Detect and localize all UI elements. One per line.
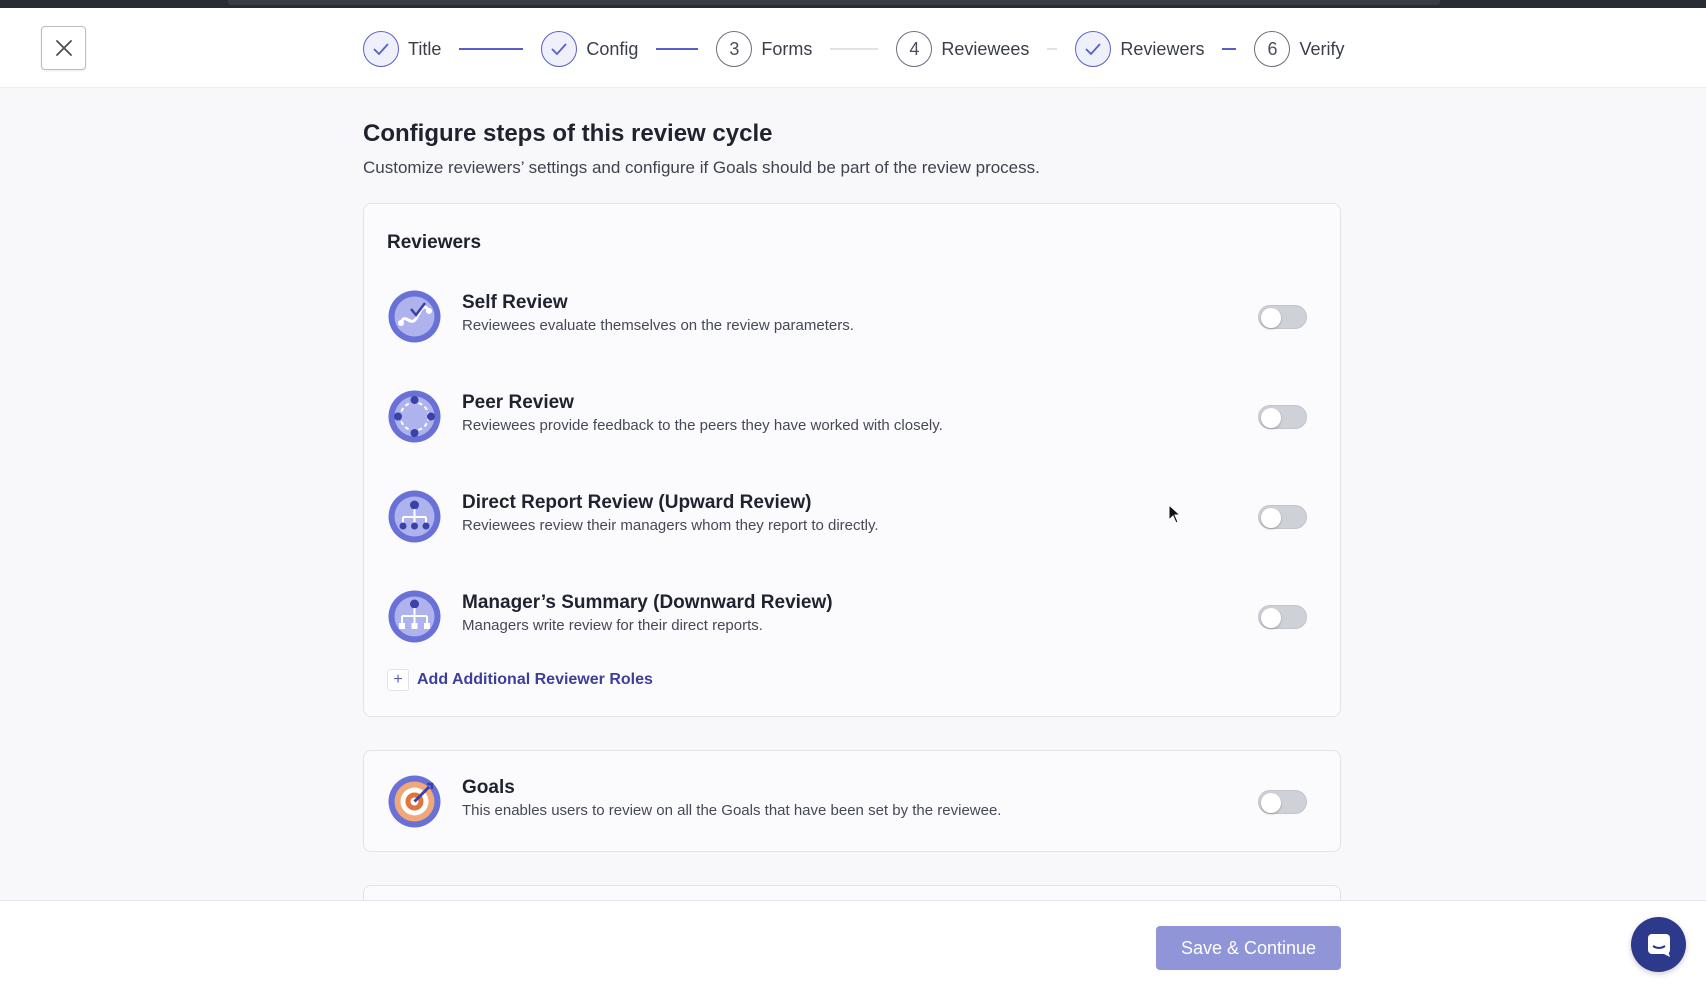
downward-review-toggle[interactable] bbox=[1258, 605, 1307, 629]
save-continue-button[interactable]: Save & Continue bbox=[1156, 926, 1341, 970]
reviewer-description: Reviewees evaluate themselves on the rev… bbox=[462, 317, 854, 334]
goals-description: This enables users to review on all the … bbox=[462, 802, 1002, 819]
browser-top-strip bbox=[0, 0, 1706, 8]
upward-review-icon bbox=[388, 490, 441, 543]
wizard-header: Title Config 3 Forms 4 Reviewees Reviewe… bbox=[0, 8, 1706, 88]
page-heading: Configure steps of this review cycle Cus… bbox=[363, 120, 1341, 178]
mouse-cursor-icon bbox=[1168, 504, 1182, 524]
browser-tab-bar bbox=[228, 0, 1440, 5]
step-label: Verify bbox=[1299, 38, 1345, 59]
step-title-check bbox=[363, 31, 399, 67]
goals-title: Goals bbox=[462, 777, 515, 798]
reviewer-description: Reviewees provide feedback to the peers … bbox=[462, 417, 943, 434]
reviewers-card: Reviewers Self Review Reviewees evaluate… bbox=[363, 203, 1341, 717]
step-reviewers-check bbox=[1075, 31, 1112, 67]
step-connector bbox=[1047, 48, 1058, 50]
toggle-knob bbox=[1261, 792, 1281, 813]
checkmark-icon bbox=[1085, 43, 1102, 56]
reviewers-title: Reviewers bbox=[387, 232, 482, 253]
step-label: Config bbox=[586, 38, 639, 59]
toggle-knob bbox=[1261, 607, 1281, 628]
step-number: 6 bbox=[1254, 31, 1291, 67]
page-subtitle: Customize reviewers’ settings and config… bbox=[363, 158, 1040, 177]
step-label: Reviewers bbox=[1120, 38, 1205, 59]
reviewer-title: Manager’s Summary (Downward Review) bbox=[462, 592, 833, 613]
peer-review-toggle[interactable] bbox=[1258, 405, 1307, 429]
step-label: Forms bbox=[761, 38, 813, 59]
upward-review-toggle[interactable] bbox=[1258, 505, 1307, 529]
goals-target-icon bbox=[388, 775, 441, 828]
step-label: Reviewees bbox=[941, 38, 1030, 59]
step-label: Title bbox=[408, 38, 442, 59]
reviewer-description: Reviewees review their managers whom the… bbox=[462, 517, 879, 534]
goals-row: Goals This enables users to review on al… bbox=[387, 771, 1317, 831]
toggle-knob bbox=[1261, 307, 1281, 328]
reviewer-row-peer: Peer Review Reviewees provide feedback t… bbox=[387, 386, 1317, 446]
step-forms[interactable]: 3 Forms bbox=[716, 31, 812, 67]
close-button[interactable] bbox=[41, 26, 86, 70]
reviewer-row-downward: Manager’s Summary (Downward Review) Mana… bbox=[387, 586, 1317, 646]
chat-icon bbox=[1647, 933, 1670, 957]
step-number: 3 bbox=[716, 31, 753, 67]
step-connector bbox=[1222, 48, 1237, 50]
step-connector bbox=[830, 48, 879, 50]
downward-review-icon bbox=[388, 590, 441, 643]
close-icon bbox=[55, 40, 72, 56]
step-number: 4 bbox=[896, 31, 933, 67]
step-config-check bbox=[541, 31, 578, 67]
plus-icon: + bbox=[387, 669, 409, 691]
checkmark-icon bbox=[373, 43, 389, 56]
self-review-toggle[interactable] bbox=[1258, 305, 1307, 329]
reviewer-title: Self Review bbox=[462, 292, 568, 313]
step-connector bbox=[656, 48, 699, 50]
toggle-knob bbox=[1261, 407, 1281, 428]
reviewer-title: Peer Review bbox=[462, 392, 574, 413]
wizard-stepper: Title Config 3 Forms 4 Reviewees Reviewe… bbox=[363, 31, 1344, 67]
step-reviewers[interactable]: Reviewers bbox=[1075, 31, 1204, 67]
toggle-knob bbox=[1261, 507, 1281, 528]
goals-toggle[interactable] bbox=[1258, 790, 1307, 814]
step-title[interactable]: Title bbox=[363, 31, 441, 67]
step-config[interactable]: Config bbox=[541, 31, 638, 67]
reviewer-description: Managers write review for their direct r… bbox=[462, 617, 763, 634]
page-title: Configure steps of this review cycle bbox=[363, 120, 773, 147]
checkmark-icon bbox=[551, 43, 568, 56]
peer-review-icon bbox=[388, 390, 441, 443]
add-reviewer-roles-label: Add Additional Reviewer Roles bbox=[417, 671, 653, 688]
add-reviewer-roles-link[interactable]: + Add Additional Reviewer Roles bbox=[387, 669, 653, 691]
chat-launcher-button[interactable] bbox=[1631, 917, 1686, 972]
footer-bar: Save & Continue bbox=[0, 900, 1706, 992]
goals-card: Goals This enables users to review on al… bbox=[363, 750, 1341, 852]
step-connector bbox=[459, 48, 524, 50]
step-verify[interactable]: 6 Verify bbox=[1254, 31, 1344, 67]
reviewer-title: Direct Report Review (Upward Review) bbox=[462, 492, 812, 513]
self-review-icon bbox=[388, 290, 441, 343]
step-reviewees[interactable]: 4 Reviewees bbox=[896, 31, 1029, 67]
reviewer-row-self: Self Review Reviewees evaluate themselve… bbox=[387, 286, 1317, 346]
